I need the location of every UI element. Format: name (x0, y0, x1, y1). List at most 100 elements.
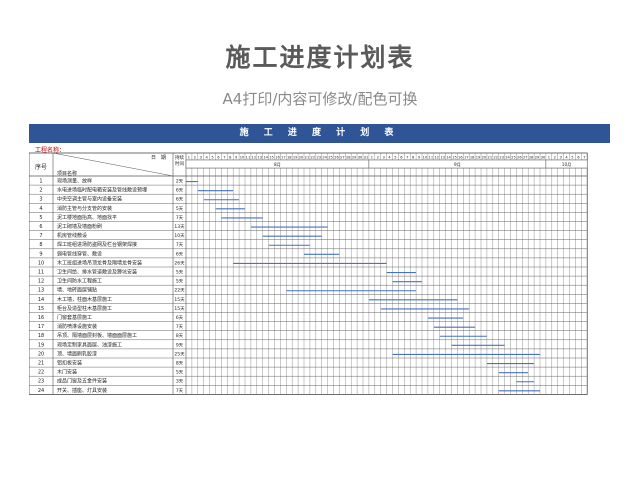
day-number-29: 29 (352, 156, 357, 160)
day-number-13: 13 (257, 156, 262, 160)
day-number-61: 30 (541, 156, 546, 160)
task-no-18: 18 (38, 333, 44, 339)
task-duration-11: 5天 (176, 270, 184, 276)
day-number-48: 17 (464, 156, 469, 160)
day-number-58: 27 (523, 156, 528, 160)
day-number-59: 28 (529, 156, 534, 160)
task-name-17: 消防喷淋设施安装 (57, 323, 97, 330)
day-number-38: 7 (406, 156, 408, 160)
day-number-51: 20 (482, 156, 487, 160)
task-duration-24: 7天 (176, 388, 184, 394)
day-number-19: 19 (293, 156, 298, 160)
task-no-17: 17 (38, 324, 44, 330)
day-number-55: 24 (505, 156, 510, 160)
day-number-23: 23 (316, 156, 321, 160)
task-name-2: 水电进场临时配电箱安装及管线敷设预埋 (57, 187, 147, 194)
day-number-42: 11 (429, 156, 434, 160)
day-number-5: 5 (211, 156, 213, 160)
day-number-52: 21 (488, 156, 493, 160)
day-number-54: 23 (499, 156, 504, 160)
day-number-12: 12 (252, 156, 257, 160)
day-number-43: 12 (434, 156, 439, 160)
task-duration-13: 22天 (174, 288, 185, 294)
day-number-68: 7 (583, 156, 585, 160)
task-duration-14: 15天 (174, 297, 185, 303)
task-name-22: 木门安装 (57, 369, 77, 376)
task-name-1: 现场测量、放样 (57, 178, 92, 185)
task-no-7: 7 (39, 233, 42, 239)
task-no-13: 13 (38, 288, 44, 294)
day-number-63: 2 (554, 156, 556, 160)
day-number-7: 7 (223, 156, 225, 160)
task-name-6: 泥工砌墙及墙面粉刷 (57, 223, 102, 230)
task-name-24: 开关、插座、灯具安装 (57, 387, 107, 394)
day-number-40: 9 (418, 156, 421, 160)
day-number-10: 10 (240, 156, 245, 160)
task-name-5: 泥工楼地面抬高、地面找平 (57, 214, 117, 221)
task-no-2: 2 (39, 188, 42, 194)
day-number-9: 9 (235, 156, 238, 160)
task-duration-10: 26天 (174, 260, 185, 266)
day-number-53: 22 (493, 156, 498, 160)
task-name-13: 墙、地砖面层铺贴 (57, 287, 97, 294)
task-duration-16: 6天 (176, 315, 184, 321)
task-duration-12: 5天 (176, 279, 184, 285)
task-name-19: 现场定制家具面层、油漆施工 (57, 341, 122, 348)
header-duration-line1: 持续 (175, 154, 184, 161)
task-no-15: 15 (38, 306, 44, 312)
day-number-66: 5 (571, 156, 573, 160)
day-number-41: 10 (423, 156, 428, 160)
day-number-15: 15 (269, 156, 274, 160)
day-number-25: 25 (328, 156, 333, 160)
task-no-19: 19 (38, 342, 44, 348)
task-duration-19: 9天 (176, 342, 184, 348)
header-date: 日 期 (151, 155, 166, 161)
page-subtitle: A4打印/内容可修改/配色可换 (222, 90, 418, 108)
task-no-5: 5 (39, 215, 42, 221)
day-number-4: 4 (206, 156, 209, 160)
day-number-32: 1 (371, 156, 373, 160)
task-no-4: 4 (39, 206, 42, 212)
task-no-24: 24 (38, 388, 44, 394)
day-number-2: 2 (194, 156, 196, 160)
task-name-10: 木工班组进场吊顶龙骨及隔墙龙骨安装 (57, 259, 142, 266)
day-number-17: 17 (281, 156, 286, 160)
task-duration-4: 5天 (176, 206, 184, 212)
task-no-1: 1 (39, 179, 42, 185)
task-name-18: 吊顶、隔墙面层封板、墙面面层施工 (57, 332, 137, 339)
day-number-26: 26 (334, 156, 339, 160)
task-duration-2: 6天 (176, 188, 184, 194)
day-number-30: 30 (358, 156, 363, 160)
task-no-20: 20 (38, 351, 44, 357)
day-number-16: 16 (275, 156, 280, 160)
day-number-33: 2 (377, 156, 379, 160)
day-number-35: 4 (388, 156, 391, 160)
day-number-14: 14 (263, 156, 268, 160)
task-name-9: 弱电管线穿管、敷设 (57, 250, 102, 257)
task-duration-6: 13天 (174, 224, 185, 230)
header-seq: 序号 (35, 163, 47, 171)
day-number-56: 25 (511, 156, 516, 160)
task-duration-18: 8天 (176, 333, 184, 339)
task-no-21: 21 (38, 361, 44, 367)
day-number-37: 6 (400, 156, 403, 160)
day-number-60: 29 (535, 156, 540, 160)
task-name-12: 卫生间防水工程施工 (57, 278, 102, 285)
day-number-11: 11 (246, 156, 251, 160)
task-name-14: 木工墙，柱面木基层施工 (57, 296, 112, 303)
task-no-6: 6 (39, 224, 42, 230)
task-no-22: 22 (38, 370, 44, 376)
day-number-1: 1 (188, 156, 190, 160)
task-name-11: 卫生间给、排水管道敷设及蹲坑安装 (57, 269, 137, 276)
day-number-24: 24 (322, 156, 327, 160)
task-name-16: 门窗套基层施工 (57, 314, 92, 321)
task-no-14: 14 (38, 297, 44, 303)
task-name-20: 顶、墙面刷乳胶漆 (57, 350, 97, 357)
task-name-4: 消防主管与分支管的安装 (57, 205, 112, 212)
day-number-20: 20 (299, 156, 304, 160)
task-name-23: 成品门窗及五金件安装 (57, 378, 107, 385)
day-number-6: 6 (217, 156, 220, 160)
task-duration-21: 8天 (176, 361, 184, 367)
day-number-18: 18 (287, 156, 292, 160)
schedule-sheet: 施 工 进 度 计 划 表 工程名称： 序号日 期项目名称 持续 时间 1 2 3 4 5 6 7… (29, 124, 610, 485)
